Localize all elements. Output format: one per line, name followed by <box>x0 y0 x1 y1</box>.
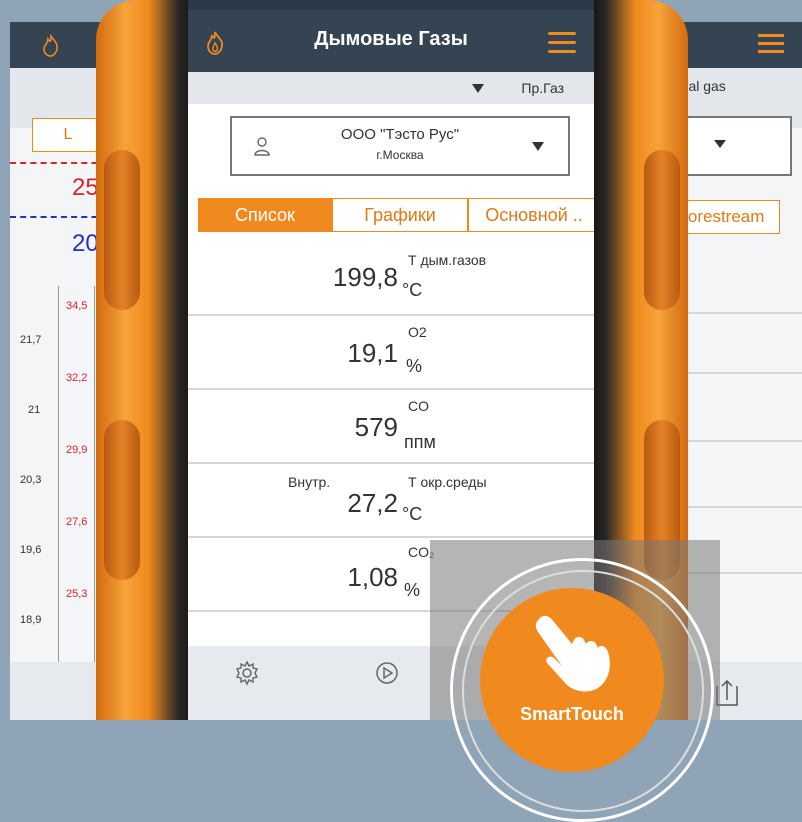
fuel-label: Пр.Газ <box>521 80 564 96</box>
list-item[interactable]: Внутр. 27,2 Т окр.среды °C <box>188 464 594 538</box>
grip <box>104 420 140 580</box>
tab-list[interactable]: Список <box>198 198 332 232</box>
left-button[interactable]: L <box>32 118 104 152</box>
list-item[interactable]: 19,1 O2 % <box>188 316 594 390</box>
page-title: Дымовые Газы <box>314 28 468 50</box>
reading-value: 19,1 <box>347 338 398 368</box>
gear-icon[interactable] <box>234 660 260 686</box>
grip <box>104 150 140 310</box>
dropdown-arrow-icon <box>472 84 484 93</box>
dropdown-arrow-icon <box>714 140 726 148</box>
reading-label: Т дым.газов <box>408 252 487 268</box>
axis-right-tick: 25,3 <box>66 588 88 600</box>
reading-value: 1,08 <box>347 562 398 592</box>
fuel-row[interactable]: Пр.Газ <box>188 72 594 104</box>
axis-left-line <box>58 286 59 686</box>
reading-label: O2 <box>408 324 427 340</box>
flame-icon <box>43 34 58 57</box>
reading-label: CO <box>408 398 429 414</box>
blue-value: 20 <box>72 230 99 257</box>
axis-left-tick: 18,9 <box>20 614 42 626</box>
customer-name: ООО "Тэсто Рус" <box>340 126 460 143</box>
app-header: Дымовые Газы <box>188 10 594 72</box>
axis-right-tick: 29,9 <box>66 444 88 456</box>
axis-left-tick: 20,3 <box>20 474 42 486</box>
dropdown-arrow-icon <box>532 142 544 151</box>
axis-left-tick: 21 <box>28 404 41 416</box>
reading-value: 27,2 <box>347 488 398 518</box>
reading-label: Т окр.среды <box>408 474 487 490</box>
customer-selector[interactable]: ООО "Тэсто Рус" г.Москва <box>230 116 570 176</box>
axis-left-tick: 21,7 <box>20 334 42 346</box>
tab-main[interactable]: Основной .. <box>468 198 594 232</box>
axis-right-tick: 34,5 <box>66 300 88 312</box>
reading-prefix: Внутр. <box>288 474 331 490</box>
reading-unit: % <box>406 356 423 376</box>
list-item[interactable]: 199,8 Т дым.газов °C <box>188 242 594 316</box>
reading-unit: ппм <box>404 432 436 452</box>
axis-right-line <box>94 286 95 686</box>
menu-icon[interactable] <box>758 34 784 54</box>
axis-right-tick: 27,6 <box>66 516 88 528</box>
reading-unit: °C <box>402 280 423 300</box>
reading-value: 199,8 <box>332 262 398 292</box>
play-icon[interactable] <box>374 660 400 686</box>
list-item[interactable]: 579 CO ппм <box>188 390 594 464</box>
red-value: 25 <box>72 174 99 201</box>
device-bezel-left <box>96 0 192 720</box>
status-bar <box>188 0 594 10</box>
customer-city: г.Москва <box>376 148 424 162</box>
menu-icon[interactable] <box>548 32 576 54</box>
reading-unit: °C <box>402 504 423 524</box>
smarttouch-button[interactable] <box>480 588 664 772</box>
hand-pointer-icon <box>535 615 610 692</box>
smarttouch-label: SmartTouch <box>520 704 624 724</box>
reading-value: 579 <box>354 412 398 442</box>
tab-bar: Список Графики Основной .. <box>198 198 594 232</box>
grip <box>644 150 680 310</box>
axis-right-tick: 32,2 <box>66 372 88 384</box>
axis-left-tick: 19,6 <box>20 544 42 556</box>
tab-graphs[interactable]: Графики <box>332 198 468 232</box>
reading-unit: % <box>404 580 421 600</box>
